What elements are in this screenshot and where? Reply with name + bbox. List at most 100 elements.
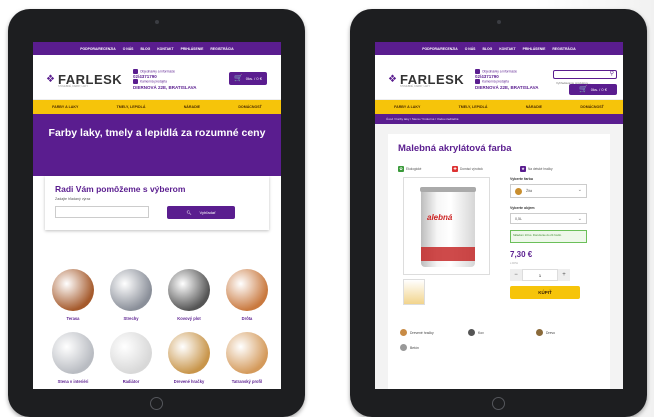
top-nav-item[interactable]: KONTAKT [499, 47, 515, 51]
menu-item[interactable]: FARBY A LAKY [52, 105, 78, 109]
menu-item[interactable]: FARBY A LAKY [394, 105, 420, 109]
header: ❖ FARLESK STAVEBNÉ, FARBY, LAKY Objednáv… [33, 55, 281, 100]
contact-block: Objednávky a informácie 02/4371790 Kamen… [475, 69, 539, 90]
paint-can-image: alebná [420, 187, 476, 267]
concrete-icon [400, 344, 407, 351]
category-image [168, 269, 210, 311]
logo[interactable]: ❖ FARLESK STAVEBNÉ, FARBY, LAKY [46, 72, 122, 88]
category-tile[interactable]: Stena v interiéri [43, 332, 103, 384]
widget-label: Zadajte hľadaný výraz [55, 197, 91, 201]
top-nav-item[interactable]: PODPORA/RECENZIA [80, 47, 115, 51]
product-thumbnail[interactable] [403, 279, 425, 305]
top-nav-item[interactable]: BLOG [482, 47, 492, 51]
feature-domestic: ✚ Domáci výrobok [452, 166, 483, 172]
product-image[interactable]: alebná [403, 177, 490, 275]
address: DIERNOVÁ 22E, BRATISLAVA [475, 84, 539, 90]
location-icon [475, 79, 480, 85]
product-screen: PODPORA/RECENZIA O NÁS BLOG KONTAKT PRIH… [375, 42, 623, 389]
cart-label: 0ks. / 0 € [590, 87, 607, 92]
widget-search-input[interactable] [55, 206, 149, 218]
price: 7,30 € [510, 250, 533, 259]
category-tile[interactable]: Terasa [43, 269, 103, 321]
category-tile[interactable]: Tatranský profil [217, 332, 277, 384]
location-icon [133, 79, 138, 85]
chevron-down-icon: ⌄ [577, 216, 582, 222]
top-nav-item[interactable]: REGISTRÁCIA [552, 47, 575, 51]
cart-icon: 🛒 [234, 75, 243, 82]
category-tile[interactable]: Strechy [101, 269, 161, 321]
use-item: Betón [400, 344, 419, 351]
search-icon: 🔍︎ [186, 210, 192, 215]
breadcrumb[interactable]: Úvod / Farby laky / Stena / Vnútorné / V… [375, 114, 623, 124]
color-select[interactable]: Žltá ⌄ [510, 184, 587, 198]
use-item: Drevené hračky [400, 329, 434, 336]
search-box: ⚲ [553, 70, 617, 87]
home-button[interactable] [492, 397, 505, 410]
minus-button[interactable]: − [510, 269, 522, 281]
menu-item[interactable]: TMELY, LEPIDLÁ [459, 105, 488, 109]
top-nav-item[interactable]: BLOG [140, 47, 150, 51]
cart-label: 0ks. / 0 € [245, 76, 262, 81]
menu-item[interactable]: NÁRADIE [184, 105, 200, 109]
color-label: Vyberte farbu [510, 177, 534, 181]
toy-icon [400, 329, 407, 336]
flag-icon: ✚ [452, 166, 458, 172]
category-tile[interactable]: Kovový plot [159, 269, 219, 321]
use-item: Drevo [536, 329, 555, 336]
category-tile[interactable]: Drôta [217, 269, 277, 321]
menu-item[interactable]: DOMÁCNOSŤ [238, 105, 262, 109]
volume-select[interactable]: 0,5L ⌄ [510, 213, 587, 224]
tablet-right: PODPORA/RECENZIA O NÁS BLOG KONTAKT PRIH… [350, 9, 647, 417]
logo-icon: ❖ [46, 73, 55, 85]
widget-title: Radi Vám pomôžeme s výberom [55, 184, 186, 194]
logo[interactable]: ❖ FARLESK STAVEBNÉ, FARBY, LAKY [388, 72, 464, 88]
top-nav-item[interactable]: PODPORA/RECENZIA [422, 47, 457, 51]
category-image [110, 269, 152, 311]
leaf-icon: ✿ [398, 166, 404, 172]
search-icon[interactable]: ⚲ [610, 71, 614, 78]
hero-title: Farby laky, tmely a lepidlá za rozumné c… [48, 127, 266, 139]
cart-button[interactable]: 🛒 0ks. / 0 € [229, 72, 267, 85]
home-screen: PODPORA/RECENZIA O NÁS BLOG KONTAKT PRIH… [33, 42, 281, 389]
phone-icon [133, 69, 138, 74]
top-nav-item[interactable]: KONTAKT [157, 47, 173, 51]
menu-item[interactable]: NÁRADIE [526, 105, 542, 109]
top-nav: PODPORA/RECENZIA O NÁS BLOG KONTAKT PRIH… [375, 42, 623, 55]
price-note: s DPH [510, 261, 519, 265]
top-nav-item[interactable]: PRIHLÁSENIE [181, 47, 204, 51]
top-nav: PODPORA/RECENZIA O NÁS BLOG KONTAKT PRIH… [33, 42, 281, 55]
menu-item[interactable]: TMELY, LEPIDLÁ [117, 105, 146, 109]
phone-icon [475, 69, 480, 74]
category-image [226, 332, 268, 374]
plus-button[interactable]: + [558, 269, 570, 281]
category-tile[interactable]: Drevené hračky [159, 332, 219, 384]
category-image [52, 332, 94, 374]
volume-label: Vyberte objem [510, 206, 535, 210]
top-nav-item[interactable]: REGISTRÁCIA [210, 47, 233, 51]
top-nav-item[interactable]: PRIHLÁSENIE [523, 47, 546, 51]
widget-search-button[interactable]: 🔍︎ Vyhľadať [167, 206, 235, 219]
cart-button[interactable]: 🛒 0ks. / 0 € [569, 84, 617, 95]
product-section: Malebná akrylátová farba ✿ Ekologické ✚ Do… [375, 124, 623, 389]
feature-eco: ✿ Ekologické [398, 166, 422, 172]
logo-icon: ❖ [388, 73, 397, 85]
chevron-down-icon: ⌄ [577, 187, 582, 193]
toy-icon: ★ [520, 166, 526, 172]
cart-icon: 🛒 [579, 86, 588, 93]
category-image [52, 269, 94, 311]
camera [154, 20, 159, 24]
category-image [110, 332, 152, 374]
quantity-input[interactable] [522, 269, 558, 281]
top-nav-item[interactable]: O NÁS [123, 47, 134, 51]
top-nav-item[interactable]: O NÁS [465, 47, 476, 51]
wood-icon [536, 329, 543, 336]
buy-button[interactable]: KÚPIŤ [510, 286, 580, 299]
home-button[interactable] [150, 397, 163, 410]
category-tile[interactable]: Radiátor [101, 332, 161, 384]
logo-tagline: STAVEBNÉ, FARBY, LAKY [400, 85, 431, 88]
quantity-stepper: − + [510, 269, 570, 281]
metal-icon [468, 329, 475, 336]
main-menu: FARBY A LAKY TMELY, LEPIDLÁ NÁRADIE DOMÁ… [33, 100, 281, 114]
menu-item[interactable]: DOMÁCNOSŤ [580, 105, 604, 109]
category-image [168, 332, 210, 374]
